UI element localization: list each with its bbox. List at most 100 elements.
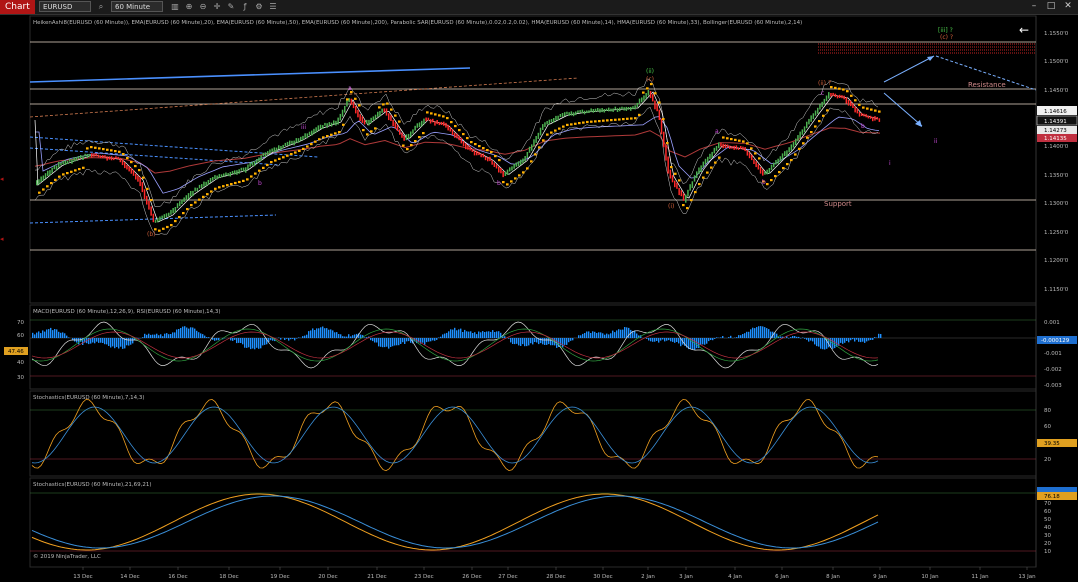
macd-bar	[808, 338, 810, 342]
heiken-candle	[80, 155, 82, 159]
macd-bar	[708, 338, 710, 342]
sar-dot	[786, 163, 789, 166]
heiken-candle	[231, 171, 234, 174]
macd-bar	[116, 338, 118, 347]
macd-bar	[650, 338, 652, 342]
macd-bar	[326, 328, 328, 338]
heiken-candle	[396, 124, 399, 132]
sar-dot	[598, 120, 601, 123]
heiken-candle	[506, 169, 509, 175]
sar-dot	[494, 155, 497, 158]
heiken-candle	[623, 107, 625, 111]
macd-bar	[404, 338, 406, 344]
heiken-candle	[696, 171, 698, 179]
heiken-candle	[297, 138, 300, 143]
sar-dot	[578, 122, 581, 125]
sar-dot	[362, 129, 365, 132]
macd-bar	[60, 332, 62, 338]
sar-dot	[818, 120, 821, 123]
sar-dot	[482, 147, 485, 150]
macd-bar	[512, 338, 514, 344]
heiken-candle	[779, 156, 782, 162]
macd-bar	[182, 326, 184, 338]
macd-bar	[624, 327, 626, 338]
macd-bar	[852, 338, 854, 340]
heiken-candle	[731, 146, 733, 149]
macd-bar	[168, 334, 170, 338]
price-tick: 1.1150'0	[1044, 287, 1069, 293]
macd-bar	[194, 328, 196, 338]
heiken-candle	[183, 197, 185, 202]
sar-dot	[802, 142, 805, 145]
heiken-candle	[830, 93, 832, 97]
heiken-candle	[832, 92, 834, 96]
sar-dot	[538, 146, 541, 149]
macd-tick: -0.001	[1044, 351, 1062, 357]
sar-dot	[614, 118, 617, 121]
heiken-candle	[352, 101, 355, 109]
macd-bar	[616, 330, 618, 338]
heiken-candle	[515, 162, 518, 167]
stoch2-tick: 70	[1044, 501, 1051, 507]
macd-bar	[470, 331, 472, 338]
macd-bar	[658, 338, 660, 343]
heiken-candle	[839, 94, 841, 98]
heiken-candle	[152, 213, 155, 223]
macd-bar	[346, 336, 348, 338]
heiken-candle	[341, 109, 344, 117]
stoch2-panel-title: Stochastics(EURUSD (60 Minute),21,69,21)	[33, 482, 152, 488]
heiken-candle	[71, 159, 73, 164]
macd-bar	[814, 338, 816, 345]
sar-dot	[570, 123, 573, 126]
heiken-candle	[392, 119, 394, 127]
macd-bar	[856, 338, 858, 340]
sar-dot	[638, 113, 641, 116]
heiken-candle	[104, 155, 106, 158]
sar-dot	[734, 138, 737, 141]
heiken-candle	[795, 138, 797, 145]
heiken-candle	[691, 181, 694, 189]
heiken-candle	[137, 175, 139, 182]
sar-dot	[442, 115, 445, 118]
heiken-candle	[227, 173, 229, 177]
macd-bar	[850, 338, 852, 341]
macd-bar	[388, 338, 390, 349]
sar-dot	[454, 125, 457, 128]
macd-bar	[480, 332, 482, 338]
macd-bar	[730, 335, 732, 338]
macd-bar	[288, 338, 290, 341]
macd-bar	[186, 327, 188, 338]
macd-bar	[176, 329, 178, 338]
macd-bar	[546, 338, 548, 345]
macd-bar	[106, 338, 108, 345]
heiken-candle	[484, 156, 487, 161]
heiken-candle	[440, 121, 443, 125]
heiken-candle	[49, 170, 51, 176]
chart-canvas[interactable]: HeikenAshi8(EURUSD (60 Minute)), EMA(EUR…	[0, 0, 1078, 582]
back-arrow-icon[interactable]: ←	[1019, 23, 1029, 37]
sar-dot	[302, 147, 305, 150]
sar-dot	[42, 188, 45, 191]
heiken-candle	[282, 144, 284, 149]
heiken-candle	[335, 120, 337, 126]
heiken-candle	[863, 113, 865, 117]
heiken-candle	[687, 189, 689, 197]
macd-bar	[714, 338, 716, 339]
heiken-candle	[612, 108, 614, 112]
date-tick: 21 Dec	[367, 574, 386, 580]
heiken-candle	[242, 167, 245, 172]
sar-dot	[702, 176, 705, 179]
heiken-candle	[597, 108, 599, 112]
heiken-candle	[852, 103, 854, 108]
heiken-candle	[711, 151, 713, 158]
heiken-candle	[350, 98, 353, 105]
heiken-candle	[84, 153, 86, 157]
heiken-candle	[836, 95, 839, 99]
sar-dot	[110, 149, 113, 152]
macd-bar	[64, 333, 66, 338]
heiken-candle	[726, 144, 729, 148]
macd-bar	[474, 332, 476, 338]
heiken-candle	[187, 193, 190, 200]
macd-bar	[126, 338, 128, 346]
sar-dot	[814, 125, 817, 128]
